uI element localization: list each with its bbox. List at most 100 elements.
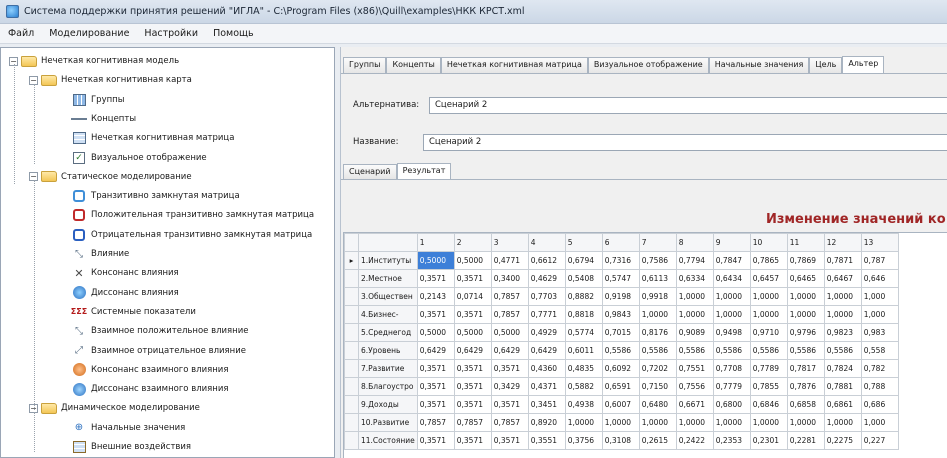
grid-cell[interactable]: 0,3571 — [490, 359, 529, 378]
grid-cell[interactable]: 0,6671 — [675, 395, 714, 414]
grid-cell[interactable]: 0,4371 — [527, 377, 566, 396]
menu-file[interactable]: Файл — [8, 28, 34, 39]
grid-cell[interactable]: 0,558 — [860, 341, 899, 360]
grid-cell[interactable]: 0,6612 — [527, 251, 566, 270]
grid-cell[interactable]: 0,3571 — [453, 377, 492, 396]
grid-cell[interactable]: 0,5586 — [712, 341, 751, 360]
grid-cell[interactable]: 1,0000 — [712, 413, 751, 432]
tree-item[interactable]: ⤡ Влияние — [59, 245, 129, 263]
grid-cell[interactable]: 1,0000 — [712, 287, 751, 306]
grid-cell[interactable]: 0,7865 — [749, 251, 788, 270]
grid-cell[interactable]: 0,7202 — [638, 359, 677, 378]
grid-cell[interactable]: 0,3429 — [490, 377, 529, 396]
tree-item[interactable]: Группы — [59, 91, 124, 109]
row-selector[interactable] — [344, 269, 359, 288]
table-row[interactable]: 6.Уровень 0,6429 0,6429 0,6429 0,6429 0,6011 0… — [344, 341, 899, 360]
grid-cell[interactable]: 1,0000 — [823, 305, 862, 324]
grid-cell[interactable]: 0,7857 — [453, 413, 492, 432]
row-selector[interactable] — [344, 359, 359, 378]
grid-cell[interactable]: 0,6457 — [749, 269, 788, 288]
tree-item[interactable]: Внешние воздействия — [59, 438, 191, 456]
grid-cell[interactable]: 0,5586 — [601, 341, 640, 360]
grid-cell[interactable]: 1,0000 — [786, 413, 825, 432]
grid-cell[interactable]: 1,000 — [860, 287, 899, 306]
grid-cell[interactable]: 0,6429 — [527, 341, 566, 360]
grid-cell[interactable]: 0,646 — [860, 269, 899, 288]
grid-cell[interactable]: 0,6434 — [712, 269, 751, 288]
grid-cell[interactable]: 0,3551 — [527, 431, 566, 450]
grid-cell[interactable]: 0,7855 — [749, 377, 788, 396]
tree-item[interactable]: − Статическое моделирование — [29, 168, 192, 186]
grid-cell[interactable]: 0,3571 — [416, 305, 455, 324]
grid-cell[interactable]: 0,9089 — [675, 323, 714, 342]
grid-cell[interactable]: 0,4929 — [527, 323, 566, 342]
grid-cell[interactable]: 0,5586 — [675, 341, 714, 360]
row-selector[interactable] — [344, 305, 359, 324]
grid-cell[interactable]: 0,7847 — [712, 251, 751, 270]
grid-cell[interactable]: 0,2143 — [416, 287, 455, 306]
grid-cell[interactable]: 0,3400 — [490, 269, 529, 288]
grid-cell[interactable]: 1,0000 — [749, 413, 788, 432]
grid-cell[interactable]: 0,2281 — [786, 431, 825, 450]
grid-cell[interactable]: 0,3571 — [453, 359, 492, 378]
grid-cell[interactable]: 0,3571 — [416, 377, 455, 396]
grid-cell[interactable]: 0,686 — [860, 395, 899, 414]
grid-cell[interactable]: 0,7824 — [823, 359, 862, 378]
tab[interactable]: Цель — [809, 57, 843, 73]
tab[interactable]: Визуальное отображение — [587, 57, 709, 73]
row-selector[interactable] — [344, 287, 359, 306]
grid-cell[interactable]: 0,3571 — [416, 395, 455, 414]
result-grid[interactable]: 1 2 3 4 5 6 7 8 9 10 11 12 13 ▸ 1.Институты 0,5000 0,500… — [343, 232, 947, 458]
row-selector[interactable] — [344, 341, 359, 360]
grid-cell[interactable]: 0,9498 — [712, 323, 751, 342]
grid-cell[interactable]: 0,8818 — [564, 305, 603, 324]
table-row[interactable]: 10.Развитие 0,7857 0,7857 0,7857 0,8920 1,000… — [344, 413, 899, 432]
menu-modeling[interactable]: Моделирование — [49, 28, 129, 39]
column-header[interactable]: 3 — [490, 233, 529, 252]
grid-cell[interactable]: 0,6092 — [601, 359, 640, 378]
grid-cell[interactable]: 0,9918 — [638, 287, 677, 306]
grid-cell[interactable]: 0,7586 — [638, 251, 677, 270]
tab[interactable]: Начальные значения — [708, 57, 810, 73]
menu-help[interactable]: Помощь — [213, 28, 253, 39]
grid-cell[interactable]: 0,7551 — [675, 359, 714, 378]
grid-cell[interactable]: 0,2615 — [638, 431, 677, 450]
grid-cell[interactable]: 0,7881 — [823, 377, 862, 396]
column-header[interactable]: 11 — [786, 233, 825, 252]
grid-cell[interactable]: 0,2275 — [823, 431, 862, 450]
column-header[interactable]: 4 — [527, 233, 566, 252]
grid-cell[interactable]: 0,4835 — [564, 359, 603, 378]
grid-cell[interactable]: 1,0000 — [823, 287, 862, 306]
tree-item[interactable]: ✕ Консонанс влияния — [59, 264, 178, 282]
row-selector[interactable]: ▸ — [344, 251, 359, 270]
table-row[interactable]: 11.Состояние 0,3571 0,3571 0,3571 0,3551 0,37… — [344, 431, 899, 450]
grid-cell[interactable]: 0,7015 — [601, 323, 640, 342]
grid-cell[interactable]: 0,3571 — [416, 359, 455, 378]
grid-cell[interactable]: 0,7857 — [490, 305, 529, 324]
grid-cell[interactable]: 0,6467 — [823, 269, 862, 288]
grid-cell[interactable]: 0,3571 — [490, 395, 529, 414]
tree-item[interactable]: − Динамическое моделирование — [29, 399, 200, 417]
table-row[interactable]: 2.Местное 0,3571 0,3571 0,3400 0,4629 0,5408 0… — [344, 269, 899, 288]
tree-item[interactable]: Транзитивно замкнутая матрица — [59, 187, 240, 205]
grid-cell[interactable]: 0,7869 — [786, 251, 825, 270]
grid-cell[interactable]: 0,4938 — [564, 395, 603, 414]
grid-cell[interactable]: 1,0000 — [675, 413, 714, 432]
grid-cell[interactable]: 0,8176 — [638, 323, 677, 342]
column-header[interactable]: 10 — [749, 233, 788, 252]
column-header[interactable]: 7 — [638, 233, 677, 252]
column-header[interactable]: 6 — [601, 233, 640, 252]
grid-cell[interactable]: 1,000 — [860, 413, 899, 432]
grid-cell[interactable]: 1,0000 — [638, 413, 677, 432]
grid-cell[interactable]: 0,6846 — [749, 395, 788, 414]
grid-cell[interactable]: 0,3571 — [416, 269, 455, 288]
grid-cell[interactable]: 0,8882 — [564, 287, 603, 306]
column-header[interactable]: 5 — [564, 233, 603, 252]
grid-cell[interactable]: 0,4360 — [527, 359, 566, 378]
grid-cell[interactable]: 0,9823 — [823, 323, 862, 342]
grid-cell[interactable]: 0,6007 — [601, 395, 640, 414]
grid-cell[interactable]: 1,0000 — [786, 287, 825, 306]
subtab[interactable]: Результат — [396, 163, 452, 179]
tree-item[interactable]: Консонанс взаимного влияния — [59, 361, 228, 379]
grid-cell[interactable]: 0,227 — [860, 431, 899, 450]
